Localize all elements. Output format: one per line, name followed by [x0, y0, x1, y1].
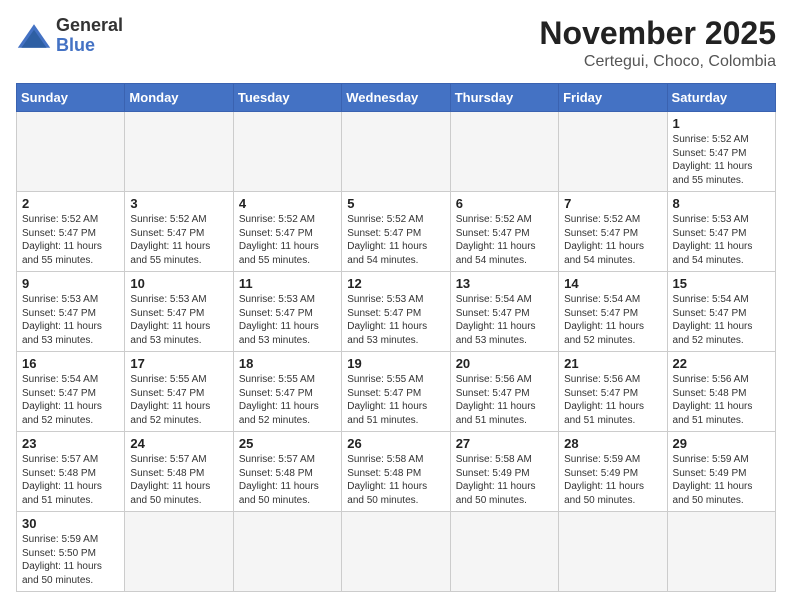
- day-cell-14: 14 Sunrise: 5:54 AM Sunset: 5:47 PM Dayl…: [559, 272, 667, 352]
- day-cell-11: 11 Sunrise: 5:53 AM Sunset: 5:47 PM Dayl…: [233, 272, 341, 352]
- day-cell-4: 4 Sunrise: 5:52 AM Sunset: 5:47 PM Dayli…: [233, 192, 341, 272]
- header-wednesday: Wednesday: [342, 84, 450, 112]
- day-cell-20: 20 Sunrise: 5:56 AM Sunset: 5:47 PM Dayl…: [450, 352, 558, 432]
- calendar-row-1: 1 Sunrise: 5:52 AM Sunset: 5:47 PM Dayli…: [17, 112, 776, 192]
- header-thursday: Thursday: [450, 84, 558, 112]
- title-area: November 2025 Certegui, Choco, Colombia: [539, 16, 776, 71]
- day-cell-29: 29 Sunrise: 5:59 AM Sunset: 5:49 PM Dayl…: [667, 432, 775, 512]
- day-cell-12: 12 Sunrise: 5:53 AM Sunset: 5:47 PM Dayl…: [342, 272, 450, 352]
- day-cell-25: 25 Sunrise: 5:57 AM Sunset: 5:48 PM Dayl…: [233, 432, 341, 512]
- day-cell-17: 17 Sunrise: 5:55 AM Sunset: 5:47 PM Dayl…: [125, 352, 233, 432]
- empty-cell: [450, 112, 558, 192]
- logo: GeneralBlue: [16, 16, 123, 56]
- empty-cell: [342, 112, 450, 192]
- empty-cell: [450, 512, 558, 592]
- empty-cell: [667, 512, 775, 592]
- calendar-row-5: 23 Sunrise: 5:57 AM Sunset: 5:48 PM Dayl…: [17, 432, 776, 512]
- day-cell-30: 30 Sunrise: 5:59 AM Sunset: 5:50 PM Dayl…: [17, 512, 125, 592]
- calendar-row-6: 30 Sunrise: 5:59 AM Sunset: 5:50 PM Dayl…: [17, 512, 776, 592]
- empty-cell: [125, 112, 233, 192]
- empty-cell: [233, 112, 341, 192]
- day-cell-18: 18 Sunrise: 5:55 AM Sunset: 5:47 PM Dayl…: [233, 352, 341, 432]
- calendar-row-4: 16 Sunrise: 5:54 AM Sunset: 5:47 PM Dayl…: [17, 352, 776, 432]
- month-year-title: November 2025: [539, 16, 776, 51]
- empty-cell: [125, 512, 233, 592]
- header-monday: Monday: [125, 84, 233, 112]
- header-friday: Friday: [559, 84, 667, 112]
- empty-cell: [559, 512, 667, 592]
- day-cell-24: 24 Sunrise: 5:57 AM Sunset: 5:48 PM Dayl…: [125, 432, 233, 512]
- day-cell-2: 2 Sunrise: 5:52 AM Sunset: 5:47 PM Dayli…: [17, 192, 125, 272]
- day-cell-5: 5 Sunrise: 5:52 AM Sunset: 5:47 PM Dayli…: [342, 192, 450, 272]
- page-header: GeneralBlue November 2025 Certegui, Choc…: [16, 16, 776, 71]
- header-sunday: Sunday: [17, 84, 125, 112]
- day-cell-7: 7 Sunrise: 5:52 AM Sunset: 5:47 PM Dayli…: [559, 192, 667, 272]
- header-saturday: Saturday: [667, 84, 775, 112]
- day-cell-8: 8 Sunrise: 5:53 AM Sunset: 5:47 PM Dayli…: [667, 192, 775, 272]
- calendar-row-2: 2 Sunrise: 5:52 AM Sunset: 5:47 PM Dayli…: [17, 192, 776, 272]
- day-cell-19: 19 Sunrise: 5:55 AM Sunset: 5:47 PM Dayl…: [342, 352, 450, 432]
- day-cell-10: 10 Sunrise: 5:53 AM Sunset: 5:47 PM Dayl…: [125, 272, 233, 352]
- day-cell-13: 13 Sunrise: 5:54 AM Sunset: 5:47 PM Dayl…: [450, 272, 558, 352]
- calendar-row-3: 9 Sunrise: 5:53 AM Sunset: 5:47 PM Dayli…: [17, 272, 776, 352]
- day-cell-3: 3 Sunrise: 5:52 AM Sunset: 5:47 PM Dayli…: [125, 192, 233, 272]
- empty-cell: [342, 512, 450, 592]
- day-cell-23: 23 Sunrise: 5:57 AM Sunset: 5:48 PM Dayl…: [17, 432, 125, 512]
- empty-cell: [17, 112, 125, 192]
- day-cell-15: 15 Sunrise: 5:54 AM Sunset: 5:47 PM Dayl…: [667, 272, 775, 352]
- header-tuesday: Tuesday: [233, 84, 341, 112]
- day-cell-16: 16 Sunrise: 5:54 AM Sunset: 5:47 PM Dayl…: [17, 352, 125, 432]
- logo-icon: [16, 22, 52, 50]
- day-cell-26: 26 Sunrise: 5:58 AM Sunset: 5:48 PM Dayl…: [342, 432, 450, 512]
- calendar-table: Sunday Monday Tuesday Wednesday Thursday…: [16, 83, 776, 592]
- day-cell-9: 9 Sunrise: 5:53 AM Sunset: 5:47 PM Dayli…: [17, 272, 125, 352]
- day-cell-22: 22 Sunrise: 5:56 AM Sunset: 5:48 PM Dayl…: [667, 352, 775, 432]
- location-subtitle: Certegui, Choco, Colombia: [539, 53, 776, 71]
- weekday-header-row: Sunday Monday Tuesday Wednesday Thursday…: [17, 84, 776, 112]
- empty-cell: [233, 512, 341, 592]
- day-cell-21: 21 Sunrise: 5:56 AM Sunset: 5:47 PM Dayl…: [559, 352, 667, 432]
- empty-cell: [559, 112, 667, 192]
- day-cell-27: 27 Sunrise: 5:58 AM Sunset: 5:49 PM Dayl…: [450, 432, 558, 512]
- day-cell-28: 28 Sunrise: 5:59 AM Sunset: 5:49 PM Dayl…: [559, 432, 667, 512]
- day-cell-6: 6 Sunrise: 5:52 AM Sunset: 5:47 PM Dayli…: [450, 192, 558, 272]
- day-cell-1: 1 Sunrise: 5:52 AM Sunset: 5:47 PM Dayli…: [667, 112, 775, 192]
- logo-text: GeneralBlue: [56, 16, 123, 56]
